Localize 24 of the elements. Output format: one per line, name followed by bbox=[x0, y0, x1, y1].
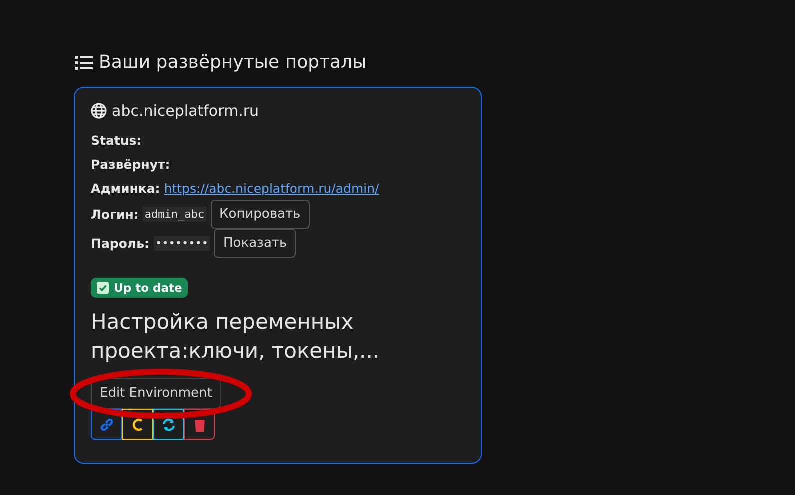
refresh-icon bbox=[160, 416, 176, 432]
field-button[interactable]: Копировать bbox=[210, 200, 310, 229]
badge-text: Up to date bbox=[114, 281, 182, 295]
portal-domain: abc.niceplatform.ru bbox=[112, 102, 260, 120]
field-value: admin_abc bbox=[142, 207, 207, 222]
list-icon bbox=[75, 54, 93, 70]
field-label: Пароль: bbox=[91, 236, 150, 251]
field-label: Админка: bbox=[91, 180, 160, 196]
link-button[interactable] bbox=[91, 409, 122, 440]
link-icon bbox=[98, 416, 114, 432]
delete-button[interactable] bbox=[184, 409, 215, 440]
section-heading: Ваши развёрнутые порталы bbox=[99, 52, 367, 73]
check-icon bbox=[97, 282, 109, 294]
field-button[interactable]: Показать bbox=[214, 229, 296, 258]
globe-icon bbox=[91, 103, 107, 119]
admin-link[interactable]: https://abc.niceplatform.ru/admin/ bbox=[164, 180, 380, 196]
description: Настройка переменных проекта:ключи, токены,... bbox=[91, 309, 381, 365]
field-value: •••••••• bbox=[154, 236, 210, 251]
field-label: Развёрнут: bbox=[91, 156, 170, 172]
field-label: Status: bbox=[91, 132, 142, 148]
refresh-button[interactable] bbox=[153, 409, 184, 440]
edit-environment-button[interactable]: Edit Environment bbox=[91, 378, 222, 409]
edit-button[interactable] bbox=[122, 409, 153, 440]
field-label: Логин: bbox=[91, 207, 139, 222]
